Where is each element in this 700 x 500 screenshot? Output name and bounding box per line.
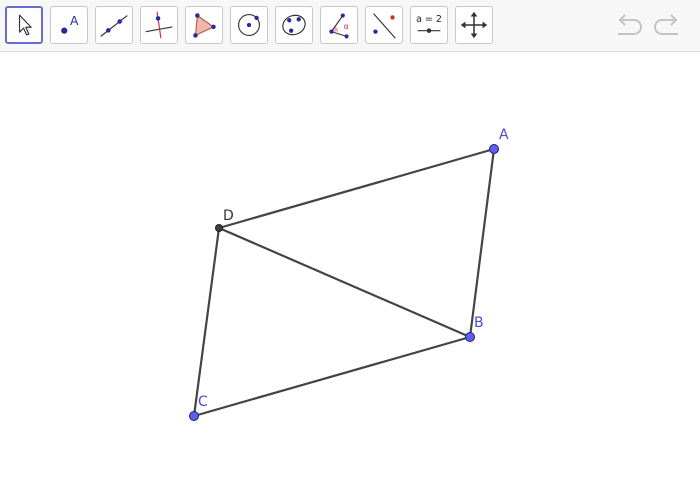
conic-icon bbox=[282, 14, 306, 36]
undo-button[interactable] bbox=[612, 10, 646, 42]
undo-icon bbox=[618, 14, 642, 35]
angle-tool-sample-label: α bbox=[344, 22, 349, 31]
slider-tool-sample-label: a = 2 bbox=[416, 14, 442, 25]
point-label-a: A bbox=[499, 127, 509, 143]
move-tool-button[interactable] bbox=[5, 6, 43, 44]
segment-db[interactable] bbox=[217, 226, 472, 339]
point-icon: A bbox=[61, 14, 79, 34]
point-tool-button[interactable]: A bbox=[50, 6, 88, 44]
point-b[interactable] bbox=[465, 332, 475, 342]
point-c[interactable] bbox=[189, 411, 199, 421]
circle-tool-button[interactable] bbox=[230, 6, 268, 44]
perpendicular-line-icon bbox=[145, 11, 173, 39]
polygon-tool-button[interactable] bbox=[185, 6, 223, 44]
segment-ab[interactable] bbox=[468, 147, 496, 339]
slider-icon: a = 2 bbox=[416, 14, 442, 33]
point-tool-sample-label: A bbox=[70, 14, 79, 28]
polygon-icon bbox=[193, 13, 216, 38]
point-label-b: B bbox=[474, 315, 484, 331]
redo-icon bbox=[654, 14, 678, 35]
conic-tool-button[interactable] bbox=[275, 6, 313, 44]
point-d[interactable] bbox=[215, 224, 223, 232]
toolbar: A α a = 2 bbox=[0, 0, 700, 52]
point-label-d: D bbox=[223, 208, 234, 224]
move-view-icon bbox=[460, 11, 488, 39]
graphics-view[interactable]: A B C D bbox=[0, 53, 700, 500]
segment-bc[interactable] bbox=[192, 335, 472, 418]
segment-da[interactable] bbox=[217, 147, 496, 230]
segment-cd[interactable] bbox=[192, 226, 221, 418]
line-tool-button[interactable] bbox=[95, 6, 133, 44]
labels-layer: A B C D bbox=[198, 127, 509, 410]
segments-layer bbox=[192, 147, 496, 418]
reflect-tool-button[interactable] bbox=[365, 6, 403, 44]
angle-icon: α bbox=[329, 13, 349, 39]
perpendicular-line-tool-button[interactable] bbox=[140, 6, 178, 44]
move-graphics-view-tool-button[interactable] bbox=[455, 6, 493, 44]
cursor-arrow-icon bbox=[18, 14, 32, 36]
reflect-icon bbox=[373, 13, 396, 39]
slider-tool-button[interactable]: a = 2 bbox=[410, 6, 448, 44]
line-icon bbox=[100, 15, 128, 37]
geogebra-app: A α a = 2 A B C D bbox=[0, 0, 700, 500]
circle-icon bbox=[238, 14, 260, 36]
point-label-c: C bbox=[198, 394, 208, 410]
point-a[interactable] bbox=[489, 144, 499, 154]
angle-tool-button[interactable]: α bbox=[320, 6, 358, 44]
redo-button[interactable] bbox=[650, 10, 684, 42]
